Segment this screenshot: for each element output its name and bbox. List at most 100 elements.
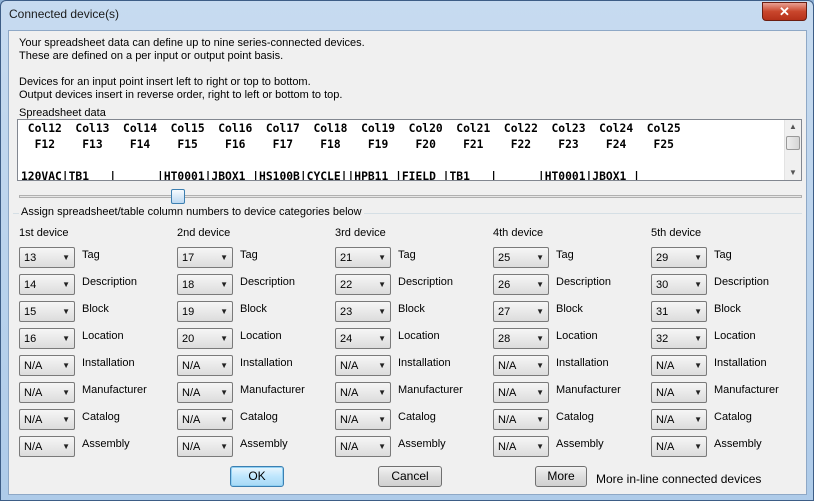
intro-line: Output devices insert in reverse order, …	[19, 89, 343, 101]
device-field-row: N/A ▼ Installation	[335, 355, 490, 376]
column-number-select[interactable]: N/A ▼	[493, 409, 549, 430]
chevron-down-icon: ▼	[220, 280, 228, 289]
device-field-row: 20 ▼ Location	[177, 328, 332, 349]
column-number-select[interactable]: N/A ▼	[335, 409, 391, 430]
column-number-select[interactable]: N/A ▼	[19, 409, 75, 430]
scroll-up-arrow-icon[interactable]: ▲	[785, 120, 801, 134]
device-field-row: N/A ▼ Installation	[177, 355, 332, 376]
column-number-select[interactable]: 13 ▼	[19, 247, 75, 268]
field-label: Installation	[714, 357, 767, 369]
column-number-select[interactable]: 15 ▼	[19, 301, 75, 322]
chevron-down-icon: ▼	[378, 307, 386, 316]
chevron-down-icon: ▼	[694, 361, 702, 370]
field-label: Tag	[714, 249, 732, 261]
chevron-down-icon: ▼	[62, 361, 70, 370]
connected-devices-dialog: Connected device(s) ✕ Your spreadsheet d…	[0, 0, 814, 501]
scroll-down-arrow-icon[interactable]: ▼	[785, 166, 801, 180]
horizontal-scroll-slider[interactable]	[19, 189, 802, 204]
spreadsheet-data-box[interactable]: Col12 Col13 Col14 Col15 Col16 Col17 Col1…	[17, 119, 802, 181]
device-field-row: N/A ▼ Assembly	[177, 436, 332, 457]
spreadsheet-row: F12 F13 F14 F15 F16 F17 F18 F19 F20 F21 …	[21, 138, 674, 151]
column-number-select[interactable]: 27 ▼	[493, 301, 549, 322]
select-value: 15	[24, 306, 37, 318]
column-number-select[interactable]: N/A ▼	[651, 355, 707, 376]
cancel-button[interactable]: Cancel	[378, 466, 442, 487]
chevron-down-icon: ▼	[378, 280, 386, 289]
device-field-row: 30 ▼ Description	[651, 274, 806, 295]
chevron-down-icon: ▼	[220, 307, 228, 316]
device-field-row: 22 ▼ Description	[335, 274, 490, 295]
field-label: Installation	[556, 357, 609, 369]
column-number-select[interactable]: N/A ▼	[335, 436, 391, 457]
select-value: N/A	[656, 441, 675, 453]
column-number-select[interactable]: N/A ▼	[493, 355, 549, 376]
field-label: Description	[82, 276, 138, 288]
ok-button[interactable]: OK	[230, 466, 284, 487]
select-value: N/A	[340, 360, 359, 372]
column-number-select[interactable]: 17 ▼	[177, 247, 233, 268]
column-number-select[interactable]: 24 ▼	[335, 328, 391, 349]
device-field-row: N/A ▼ Assembly	[19, 436, 174, 457]
column-number-select[interactable]: 19 ▼	[177, 301, 233, 322]
select-value: 13	[24, 252, 37, 264]
intro-line: Your spreadsheet data can define up to n…	[19, 37, 365, 49]
column-number-select[interactable]: 16 ▼	[19, 328, 75, 349]
device-field-row: N/A ▼ Assembly	[493, 436, 648, 457]
intro-text: Your spreadsheet data can define up to n…	[19, 37, 365, 102]
field-label: Manufacturer	[82, 384, 147, 396]
column-number-select[interactable]: 18 ▼	[177, 274, 233, 295]
field-label: Block	[714, 303, 741, 315]
column-number-select[interactable]: 21 ▼	[335, 247, 391, 268]
device-field-row: N/A ▼ Assembly	[651, 436, 806, 457]
column-number-select[interactable]: N/A ▼	[335, 382, 391, 403]
field-label: Tag	[82, 249, 100, 261]
column-number-select[interactable]: N/A ▼	[335, 355, 391, 376]
column-number-select[interactable]: N/A ▼	[177, 409, 233, 430]
device-field-row: N/A ▼ Installation	[651, 355, 806, 376]
column-number-select[interactable]: N/A ▼	[493, 382, 549, 403]
more-button[interactable]: More	[535, 466, 587, 487]
field-label: Tag	[240, 249, 258, 261]
column-number-select[interactable]: N/A ▼	[19, 382, 75, 403]
scroll-thumb[interactable]	[786, 136, 800, 150]
column-number-select[interactable]: 31 ▼	[651, 301, 707, 322]
column-number-select[interactable]: N/A ▼	[493, 436, 549, 457]
device-field-row: N/A ▼ Catalog	[19, 409, 174, 430]
spreadsheet-row: 120VAC|TB1 | |HT0001|JBOX1 |HS100B|CYCLE…	[21, 170, 640, 181]
column-number-select[interactable]: 25 ▼	[493, 247, 549, 268]
column-number-select[interactable]: N/A ▼	[651, 436, 707, 457]
device-field-row: N/A ▼ Manufacturer	[335, 382, 490, 403]
column-number-select[interactable]: 28 ▼	[493, 328, 549, 349]
spreadsheet-vertical-scrollbar[interactable]: ▲ ▼	[784, 120, 801, 180]
column-number-select[interactable]: 29 ▼	[651, 247, 707, 268]
column-number-select[interactable]: 22 ▼	[335, 274, 391, 295]
column-number-select[interactable]: 30 ▼	[651, 274, 707, 295]
chevron-down-icon: ▼	[536, 307, 544, 316]
column-number-select[interactable]: N/A ▼	[651, 382, 707, 403]
device-field-row: N/A ▼ Catalog	[335, 409, 490, 430]
column-number-select[interactable]: N/A ▼	[177, 355, 233, 376]
device-field-row: 24 ▼ Location	[335, 328, 490, 349]
device-field-row: N/A ▼ Manufacturer	[177, 382, 332, 403]
field-label: Description	[714, 276, 770, 288]
column-number-select[interactable]: N/A ▼	[19, 355, 75, 376]
column-number-select[interactable]: 32 ▼	[651, 328, 707, 349]
column-number-select[interactable]: 14 ▼	[19, 274, 75, 295]
column-number-select[interactable]: N/A ▼	[19, 436, 75, 457]
field-label: Catalog	[82, 411, 120, 423]
field-label: Description	[556, 276, 612, 288]
close-button[interactable]: ✕	[762, 2, 807, 21]
device-field-row: N/A ▼ Installation	[493, 355, 648, 376]
column-number-select[interactable]: N/A ▼	[177, 436, 233, 457]
column-number-select[interactable]: N/A ▼	[651, 409, 707, 430]
device-field-row: 17 ▼ Tag	[177, 247, 332, 268]
select-value: 24	[340, 333, 353, 345]
select-value: N/A	[182, 360, 201, 372]
column-number-select[interactable]: 23 ▼	[335, 301, 391, 322]
column-number-select[interactable]: 26 ▼	[493, 274, 549, 295]
slider-knob[interactable]	[171, 189, 185, 204]
field-label: Manufacturer	[714, 384, 779, 396]
column-number-select[interactable]: 20 ▼	[177, 328, 233, 349]
column-number-select[interactable]: N/A ▼	[177, 382, 233, 403]
chevron-down-icon: ▼	[536, 253, 544, 262]
